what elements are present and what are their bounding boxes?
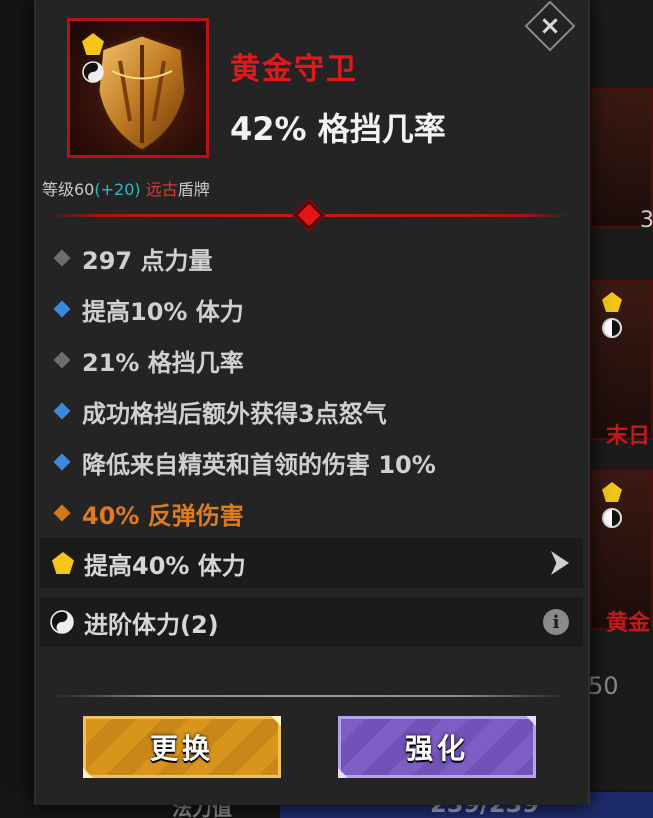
stat-row: 提高10% 体力 — [53, 293, 244, 326]
gem-icon — [602, 292, 622, 312]
footer-divider — [52, 695, 568, 697]
item-name: 黄金守卫 — [230, 52, 358, 87]
item-type: 盾牌 — [177, 180, 210, 199]
stat-row: 成功格挡后额外获得3点怒气 — [53, 395, 387, 428]
stat-row: 21% 格挡几率 — [53, 344, 244, 377]
yin-yang-icon — [602, 508, 622, 528]
background-number: 50 — [588, 672, 619, 700]
yin-yang-icon — [82, 61, 104, 83]
golden-shield-icon — [96, 33, 188, 153]
replace-button-label: 更换 — [149, 732, 214, 765]
background-card-name: 黄金 — [606, 611, 651, 636]
replace-button[interactable]: 更换 — [83, 716, 281, 778]
yin-yang-icon — [50, 610, 74, 634]
item-level-bonus: (+20) — [94, 180, 141, 199]
stat-row-legendary: 40% 反弹伤害 — [53, 497, 244, 530]
background-item-card[interactable] — [590, 280, 653, 440]
stat-row: 降低来自精英和首领的伤害 10% — [53, 446, 436, 479]
gem-icon — [52, 552, 74, 574]
stat-text: 降低来自精英和首领的伤害 10% — [82, 450, 436, 479]
stat-text: 成功格挡后额外获得3点怒气 — [82, 399, 387, 428]
item-main-stat: 42% 格挡几率 — [230, 110, 446, 148]
diamond-bullet-icon — [53, 402, 71, 420]
stat-text: 提高10% 体力 — [82, 297, 244, 326]
yin-yang-icon — [602, 318, 622, 338]
advance-row: 进阶体力(2) i — [40, 597, 583, 647]
close-icon: × — [539, 11, 561, 41]
diamond-bullet-icon — [53, 504, 71, 522]
diamond-bullet-icon — [53, 453, 71, 471]
background-card-name: 末日 — [606, 424, 651, 449]
background-number: 3 — [640, 208, 653, 233]
button-corner-decoration — [83, 768, 93, 778]
button-corner-decoration — [526, 716, 536, 726]
socket-gem-row[interactable]: 提高40% 体力 — [40, 538, 583, 588]
advance-label: 进阶体力(2) — [84, 610, 219, 639]
stat-row: 297 点力量 — [53, 242, 213, 275]
enhance-button[interactable]: 强化 — [338, 716, 536, 778]
item-icon-frame — [67, 18, 209, 158]
chevron-right-icon[interactable] — [551, 551, 569, 575]
diamond-bullet-icon — [53, 249, 71, 267]
item-meta: 等级60(+20) 远古盾牌 — [42, 176, 210, 200]
socket-gem-label: 提高40% 体力 — [84, 551, 246, 580]
stat-text: 297 点力量 — [82, 246, 213, 275]
stat-text: 40% 反弹伤害 — [82, 501, 244, 530]
info-icon[interactable]: i — [543, 609, 569, 635]
diamond-bullet-icon — [53, 351, 71, 369]
item-level: 等级60 — [42, 180, 95, 199]
enhance-button-label: 强化 — [404, 732, 469, 765]
stat-text: 21% 格挡几率 — [82, 348, 244, 377]
gem-icon — [602, 482, 622, 502]
item-rarity: 远古 — [145, 180, 178, 199]
diamond-bullet-icon — [53, 300, 71, 318]
button-corner-decoration — [338, 768, 348, 778]
button-corner-decoration — [271, 716, 281, 726]
background-item-card[interactable] — [590, 88, 653, 228]
